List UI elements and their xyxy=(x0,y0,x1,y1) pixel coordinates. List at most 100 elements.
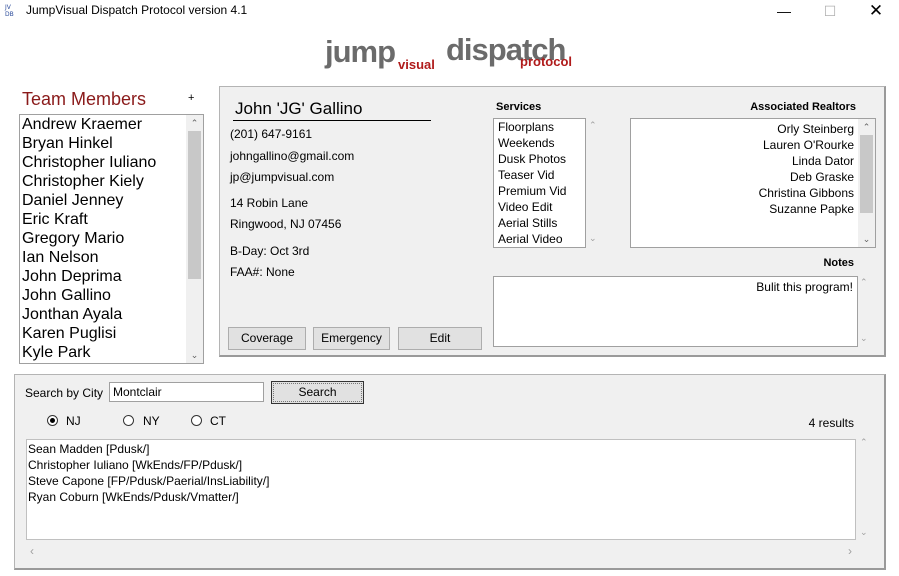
team-member-item[interactable]: John Deprima xyxy=(20,267,203,286)
scrollbar-thumb[interactable] xyxy=(188,131,201,279)
minimize-icon: — xyxy=(777,3,791,19)
team-member-item[interactable]: Christopher Kiely xyxy=(20,172,203,191)
notes-scroll-down-icon[interactable]: ⌄ xyxy=(860,333,868,344)
scroll-right-icon[interactable]: › xyxy=(848,544,852,558)
window-title: JumpVisual Dispatch Protocol version 4.1 xyxy=(26,3,248,17)
team-members-list[interactable]: Andrew Kraemer Bryan Hinkel Christopher Iu… xyxy=(19,114,204,364)
team-member-item[interactable]: Jonthan Ayala xyxy=(20,305,203,324)
realtor-item[interactable]: Christina Gibbons xyxy=(631,185,858,201)
coverage-button[interactable]: Coverage xyxy=(228,327,306,350)
add-team-member-button[interactable]: + xyxy=(188,92,194,104)
notes-text: Bulit this program! xyxy=(756,280,853,294)
search-button[interactable]: Search xyxy=(271,381,364,404)
edit-button[interactable]: Edit xyxy=(398,327,482,350)
search-by-city-label: Search by City xyxy=(25,386,104,400)
service-item[interactable]: Aerial Stills xyxy=(494,215,585,231)
contact-city: Ringwood, NJ 07456 xyxy=(230,217,342,231)
team-member-item[interactable]: Bryan Hinkel xyxy=(20,134,203,153)
scrollbar-thumb[interactable] xyxy=(860,135,873,213)
maximize-icon: ☐ xyxy=(823,3,837,19)
team-member-item[interactable]: Daniel Jenney xyxy=(20,191,203,210)
search-city-input[interactable] xyxy=(109,382,264,402)
service-item[interactable]: Dusk Photos xyxy=(494,151,585,167)
radio-ny[interactable] xyxy=(123,415,134,426)
logo-jump: jump xyxy=(325,34,396,69)
service-item[interactable]: Floorplans xyxy=(494,119,585,135)
team-member-item[interactable]: Eric Kraft xyxy=(20,210,203,229)
contact-email-1: johngallino@gmail.com xyxy=(230,149,355,163)
search-result-item[interactable]: Sean Madden [Pdusk/] xyxy=(27,441,855,457)
radio-ct[interactable] xyxy=(191,415,202,426)
emergency-button[interactable]: Emergency xyxy=(313,327,390,350)
scroll-up-icon[interactable]: ⌃ xyxy=(858,119,875,135)
contact-street: 14 Robin Lane xyxy=(230,196,309,210)
search-panel: Search by City Search NJ NY CT 4 results… xyxy=(14,374,886,570)
logo-visual: visual xyxy=(398,57,435,72)
team-members-items: Andrew Kraemer Bryan Hinkel Christopher Iu… xyxy=(20,115,203,362)
service-item[interactable]: Weekends xyxy=(494,135,585,151)
results-horizontal-scrollbar[interactable]: ‹ › xyxy=(26,543,856,559)
maximize-button[interactable]: ☐ xyxy=(807,0,853,22)
radio-ny-label[interactable]: NY xyxy=(143,414,160,428)
realtor-item[interactable]: Lauren O'Rourke xyxy=(631,137,858,153)
services-list[interactable]: Floorplans Weekends Dusk Photos Teaser Vid P… xyxy=(493,118,586,248)
contact-faa: FAA#: None xyxy=(230,265,295,279)
app-logo: jump visual dispatch protocol xyxy=(325,32,585,74)
realtor-item[interactable]: Deb Graske xyxy=(631,169,858,185)
team-member-item[interactable]: Ian Nelson xyxy=(20,248,203,267)
notes-textarea[interactable]: Bulit this program! xyxy=(493,276,858,347)
services-scroll-up-icon[interactable]: ⌃ xyxy=(589,120,597,131)
radio-selected-dot xyxy=(50,418,55,423)
team-member-item[interactable]: Christopher Iuliano xyxy=(20,153,203,172)
service-item[interactable]: Teaser Vid xyxy=(494,167,585,183)
team-member-item[interactable]: Karen Puglisi xyxy=(20,324,203,343)
team-member-item[interactable]: Gregory Mario xyxy=(20,229,203,248)
realtor-item[interactable]: Suzanne Papke xyxy=(631,201,858,217)
scroll-down-icon[interactable]: ⌄ xyxy=(858,231,875,247)
realtor-item[interactable]: Linda Dator xyxy=(631,153,858,169)
logo-protocol: protocol xyxy=(520,54,572,69)
realtors-items: Orly Steinberg Lauren O'Rourke Linda Dator… xyxy=(631,119,875,217)
team-member-item[interactable]: Kyle Park xyxy=(20,343,203,362)
radio-nj-label[interactable]: NJ xyxy=(66,414,81,428)
radio-nj[interactable] xyxy=(47,415,58,426)
notes-label: Notes xyxy=(823,257,854,269)
close-icon: ✕ xyxy=(868,1,884,20)
title-bar: JV DB JumpVisual Dispatch Protocol versio… xyxy=(0,0,899,24)
notes-scroll-up-icon[interactable]: ⌃ xyxy=(860,277,868,288)
results-count: 4 results xyxy=(808,416,854,430)
team-list-scrollbar[interactable]: ⌃ ⌄ xyxy=(186,115,203,363)
contact-phone: (201) 647-9161 xyxy=(230,127,313,141)
services-items: Floorplans Weekends Dusk Photos Teaser Vid P… xyxy=(494,119,585,247)
radio-ct-label[interactable]: CT xyxy=(210,414,226,428)
app-icon: JV DB xyxy=(5,4,14,18)
results-scroll-up-icon[interactable]: ⌃ xyxy=(860,437,868,448)
service-item[interactable]: Aerial Video xyxy=(494,231,585,247)
team-member-item[interactable]: John Gallino xyxy=(20,286,203,305)
realtors-scrollbar[interactable]: ⌃ ⌄ xyxy=(858,119,875,247)
team-member-item[interactable]: Andrew Kraemer xyxy=(20,115,203,134)
associated-realtors-label: Associated Realtors xyxy=(750,101,856,113)
scroll-down-icon[interactable]: ⌄ xyxy=(186,347,203,363)
search-result-item[interactable]: Christopher Iuliano [WkEnds/FP/Pdusk/] xyxy=(27,457,855,473)
search-result-item[interactable]: Ryan Coburn [WkEnds/Pdusk/Vmatter/] xyxy=(27,489,855,505)
contact-name: John 'JG' Gallino xyxy=(233,99,431,121)
contact-email-2: jp@jumpvisual.com xyxy=(230,170,335,184)
search-result-item[interactable]: Steve Capone [FP/Pdusk/Paerial/InsLiabil… xyxy=(27,473,855,489)
contact-birthday: B-Day: Oct 3rd xyxy=(230,244,310,258)
member-detail-panel: John 'JG' Gallino (201) 647-9161 johngal… xyxy=(219,86,886,357)
close-button[interactable]: ✕ xyxy=(853,0,899,22)
services-label: Services xyxy=(496,101,542,113)
associated-realtors-list[interactable]: Orly Steinberg Lauren O'Rourke Linda Dator… xyxy=(630,118,876,248)
services-scroll-down-icon[interactable]: ⌄ xyxy=(589,233,597,244)
results-scroll-down-icon[interactable]: ⌄ xyxy=(860,527,868,538)
realtor-item[interactable]: Orly Steinberg xyxy=(631,121,858,137)
search-results-items: Sean Madden [Pdusk/] Christopher Iuliano … xyxy=(27,440,855,505)
search-results-list[interactable]: Sean Madden [Pdusk/] Christopher Iuliano … xyxy=(26,439,856,540)
scroll-up-icon[interactable]: ⌃ xyxy=(186,115,203,131)
scroll-left-icon[interactable]: ‹ xyxy=(30,544,34,558)
service-item[interactable]: Premium Vid xyxy=(494,183,585,199)
service-item[interactable]: Video Edit xyxy=(494,199,585,215)
team-members-title: Team Members xyxy=(22,89,147,109)
minimize-button[interactable]: — xyxy=(761,0,807,22)
